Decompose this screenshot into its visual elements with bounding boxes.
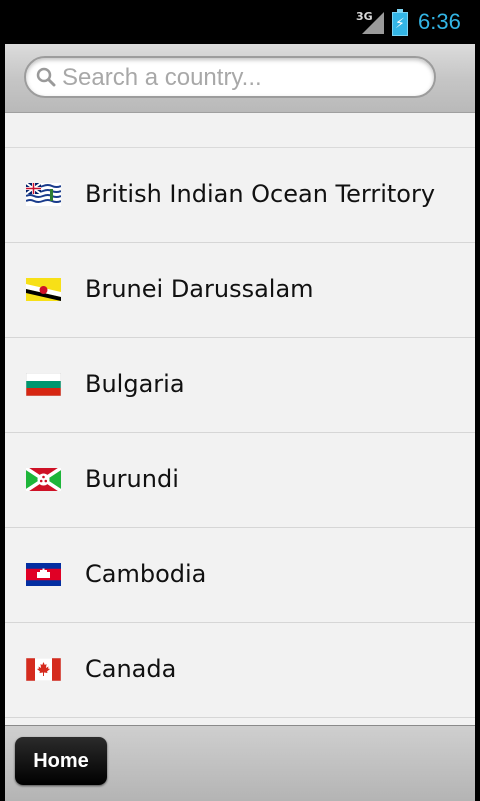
flag-cambodia-icon (26, 563, 61, 586)
list-item[interactable]: Brunei Darussalam (5, 243, 475, 338)
list-item[interactable]: Bulgaria (5, 338, 475, 433)
signal-icon (362, 12, 384, 34)
flag-brunei-icon (26, 278, 61, 301)
country-name: Burundi (85, 465, 179, 493)
app-window: British Indian Ocean Territory Brunei Da… (5, 44, 475, 801)
clock: 6:36 (418, 9, 461, 34)
list-item[interactable]: Cambodia (5, 528, 475, 623)
country-name: Canada (85, 655, 177, 683)
list-item[interactable]: Canada (5, 623, 475, 718)
search-input[interactable] (62, 61, 422, 95)
flag-canada-icon (26, 658, 61, 681)
country-list[interactable]: British Indian Ocean Territory Brunei Da… (5, 113, 475, 725)
list-item[interactable]: Burundi (5, 433, 475, 528)
flag-burundi-icon (26, 468, 61, 491)
country-name: Brunei Darussalam (85, 275, 314, 303)
search-icon (36, 67, 56, 87)
search-bar (5, 44, 475, 113)
home-button[interactable]: Home (15, 737, 107, 785)
battery-charging-icon: ⚡ (392, 9, 408, 36)
flag-bulgaria-icon (26, 373, 61, 396)
country-name: British Indian Ocean Territory (85, 180, 436, 208)
list-item[interactable] (5, 718, 475, 725)
country-name: Cambodia (85, 560, 207, 588)
country-name: Bulgaria (85, 370, 185, 398)
list-item-partial[interactable] (5, 113, 475, 148)
list-item[interactable]: British Indian Ocean Territory (5, 148, 475, 243)
flag-british-indian-ocean-territory-icon (26, 183, 61, 206)
search-box[interactable] (24, 56, 436, 98)
bottom-toolbar: Home (5, 725, 475, 801)
status-bar: 3G ⚡ 6:36 (0, 0, 480, 44)
